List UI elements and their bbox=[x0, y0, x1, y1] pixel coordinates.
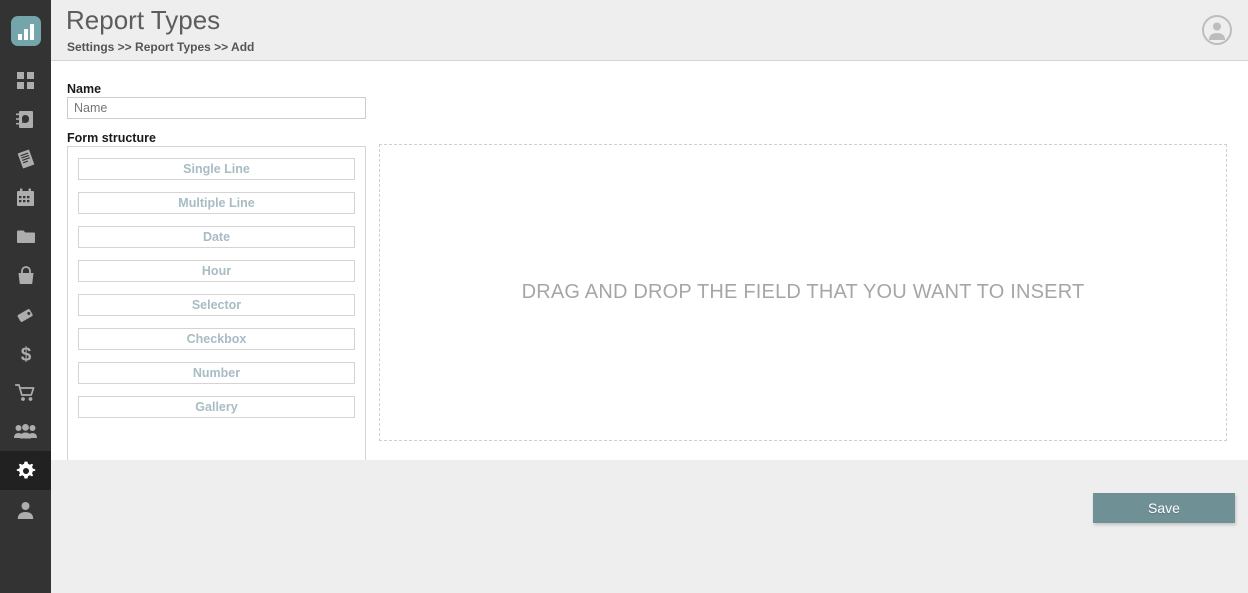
field-type-selector[interactable]: Selector bbox=[78, 294, 355, 316]
app-logo[interactable] bbox=[0, 0, 51, 61]
app-root: $ Report Types Settings >> Report Types … bbox=[0, 0, 1248, 593]
sidebar-item-finance[interactable]: $ bbox=[0, 334, 51, 373]
sidebar-item-products[interactable] bbox=[0, 256, 51, 295]
field-type-label: Number bbox=[192, 366, 241, 380]
dropzone-hint: DRAG AND DROP THE FIELD THAT YOU WANT TO… bbox=[521, 281, 1085, 303]
sidebar-item-orders[interactable] bbox=[0, 373, 51, 412]
app-logo-bar-chart-icon bbox=[10, 15, 41, 46]
field-type-single-line[interactable]: Single Line bbox=[78, 158, 355, 180]
sidebar-item-contacts[interactable] bbox=[0, 100, 51, 139]
sidebar-item-customers[interactable] bbox=[0, 412, 51, 451]
field-type-multiple-line[interactable]: Multiple Line bbox=[78, 192, 355, 214]
field-type-label: Gallery bbox=[195, 400, 238, 414]
field-type-hour[interactable]: Hour bbox=[78, 260, 355, 282]
name-input[interactable] bbox=[67, 97, 366, 119]
field-type-label: Checkbox bbox=[186, 332, 247, 346]
breadcrumb: Settings >> Report Types >> Add bbox=[67, 40, 255, 54]
grid-dashboard-icon bbox=[17, 72, 34, 89]
sidebar-item-settings[interactable] bbox=[0, 451, 51, 490]
calendar-icon bbox=[17, 188, 34, 206]
folder-icon bbox=[16, 230, 35, 243]
main-content: Name Form structure Single Line Multiple… bbox=[51, 61, 1248, 489]
users-group-icon bbox=[14, 424, 37, 439]
field-type-date[interactable]: Date bbox=[78, 226, 355, 248]
form-dropzone[interactable]: DRAG AND DROP THE FIELD THAT YOU WANT TO… bbox=[379, 144, 1227, 441]
page-footer: Save bbox=[51, 460, 1248, 593]
shopping-bag-icon bbox=[18, 266, 33, 284]
shopping-cart-icon bbox=[15, 384, 35, 401]
sidebar-item-account[interactable] bbox=[0, 490, 51, 529]
user-avatar-icon bbox=[1209, 22, 1225, 40]
field-type-gallery[interactable]: Gallery bbox=[78, 396, 355, 418]
field-type-label: Date bbox=[202, 230, 231, 244]
sidebar: $ bbox=[0, 0, 51, 593]
field-type-label: Hour bbox=[201, 264, 232, 278]
tag-icon bbox=[17, 308, 33, 322]
field-type-label: Single Line bbox=[183, 162, 250, 176]
sidebar-item-dashboard[interactable] bbox=[0, 61, 51, 100]
sidebar-item-tags[interactable] bbox=[0, 295, 51, 334]
sidebar-item-calendar[interactable] bbox=[0, 178, 51, 217]
save-button[interactable]: Save bbox=[1093, 493, 1235, 523]
page-header: Report Types Settings >> Report Types >>… bbox=[51, 0, 1248, 61]
field-type-palette: Single Line Multiple Line Date Hour Sele… bbox=[67, 146, 366, 489]
name-label: Name bbox=[67, 82, 102, 96]
page-title: Report Types bbox=[66, 5, 221, 35]
sidebar-item-invoices[interactable] bbox=[0, 139, 51, 178]
invoice-document-icon bbox=[17, 149, 34, 168]
field-type-label: Selector bbox=[191, 298, 242, 312]
contacts-book-icon bbox=[16, 111, 33, 128]
field-type-checkbox[interactable]: Checkbox bbox=[78, 328, 355, 350]
svg-text:$: $ bbox=[20, 344, 31, 364]
sidebar-item-files[interactable] bbox=[0, 217, 51, 256]
form-structure-label: Form structure bbox=[67, 131, 156, 145]
field-type-number[interactable]: Number bbox=[78, 362, 355, 384]
field-type-label: Multiple Line bbox=[178, 196, 255, 210]
user-icon bbox=[17, 501, 34, 519]
dollar-icon: $ bbox=[20, 344, 31, 364]
avatar[interactable] bbox=[1202, 15, 1232, 45]
gear-icon bbox=[16, 461, 35, 478]
